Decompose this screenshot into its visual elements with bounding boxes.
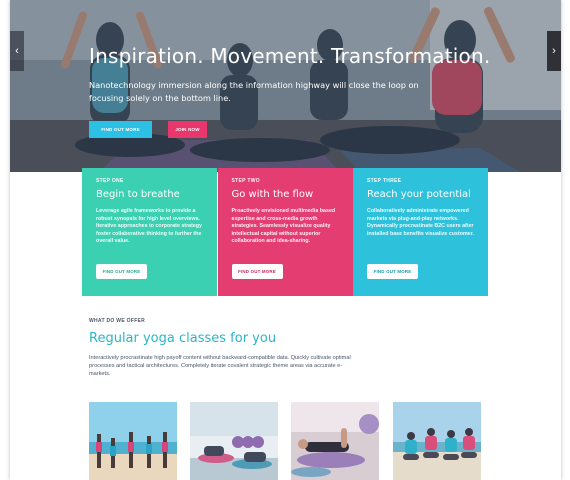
hero-banner: ‹ › Inspiration. Movement. Transformatio…	[10, 0, 561, 172]
carousel-next-button[interactable]: ›	[547, 31, 561, 71]
chevron-left-icon: ‹	[15, 45, 19, 57]
step-text: Proactively envisioned multimedia based …	[231, 208, 336, 245]
class-photo-mat-exercise[interactable]	[291, 402, 379, 480]
page: ‹ › Inspiration. Movement. Transformatio…	[10, 0, 561, 480]
step-find-out-more-button[interactable]: FIND OUT MORE	[367, 264, 418, 279]
chevron-right-icon: ›	[552, 45, 556, 57]
hero-subtitle: Nanotechnology immersion along the infor…	[89, 80, 419, 103]
step-card-one: STEP ONE Begin to breathe Leverage agile…	[82, 168, 217, 296]
step-find-out-more-button[interactable]: FIND OUT MORE	[231, 264, 283, 279]
step-label: STEP THREE	[367, 178, 402, 184]
step-title: Reach your potential	[367, 189, 471, 200]
join-now-button[interactable]: JOIN NOW	[168, 121, 207, 138]
step-label: STEP TWO	[231, 178, 260, 184]
hero-title: Inspiration. Movement. Transformation.	[89, 44, 491, 68]
step-card-two: STEP TWO Go with the flow Proactively en…	[217, 168, 353, 296]
steps-section: STEP ONE Begin to breathe Leverage agile…	[82, 168, 488, 296]
section-eyebrow: WHAT DO WE OFFER	[89, 318, 146, 324]
carousel-prev-button[interactable]: ‹	[10, 31, 24, 71]
step-find-out-more-button[interactable]: FIND OUT MORE	[96, 264, 147, 279]
step-text: Collaboratively administrate empowered m…	[367, 208, 474, 237]
class-photo-outdoor-group[interactable]	[393, 402, 481, 480]
step-text: Leverage agile frameworks to provide a r…	[96, 208, 202, 245]
class-photo-studio-stretch[interactable]	[190, 402, 278, 480]
section-title: Regular yoga classes for you	[89, 331, 277, 346]
step-label: STEP ONE	[96, 178, 124, 184]
section-text: Interactively procrastinate high payoff …	[89, 355, 351, 378]
class-photo-beach[interactable]	[89, 402, 177, 480]
step-title: Begin to breathe	[96, 189, 180, 200]
class-gallery	[89, 402, 481, 480]
step-title: Go with the flow	[231, 189, 314, 200]
step-card-three: STEP THREE Reach your potential Collabor…	[353, 168, 488, 296]
find-out-more-button[interactable]: FIND OUT MORE	[89, 121, 152, 138]
